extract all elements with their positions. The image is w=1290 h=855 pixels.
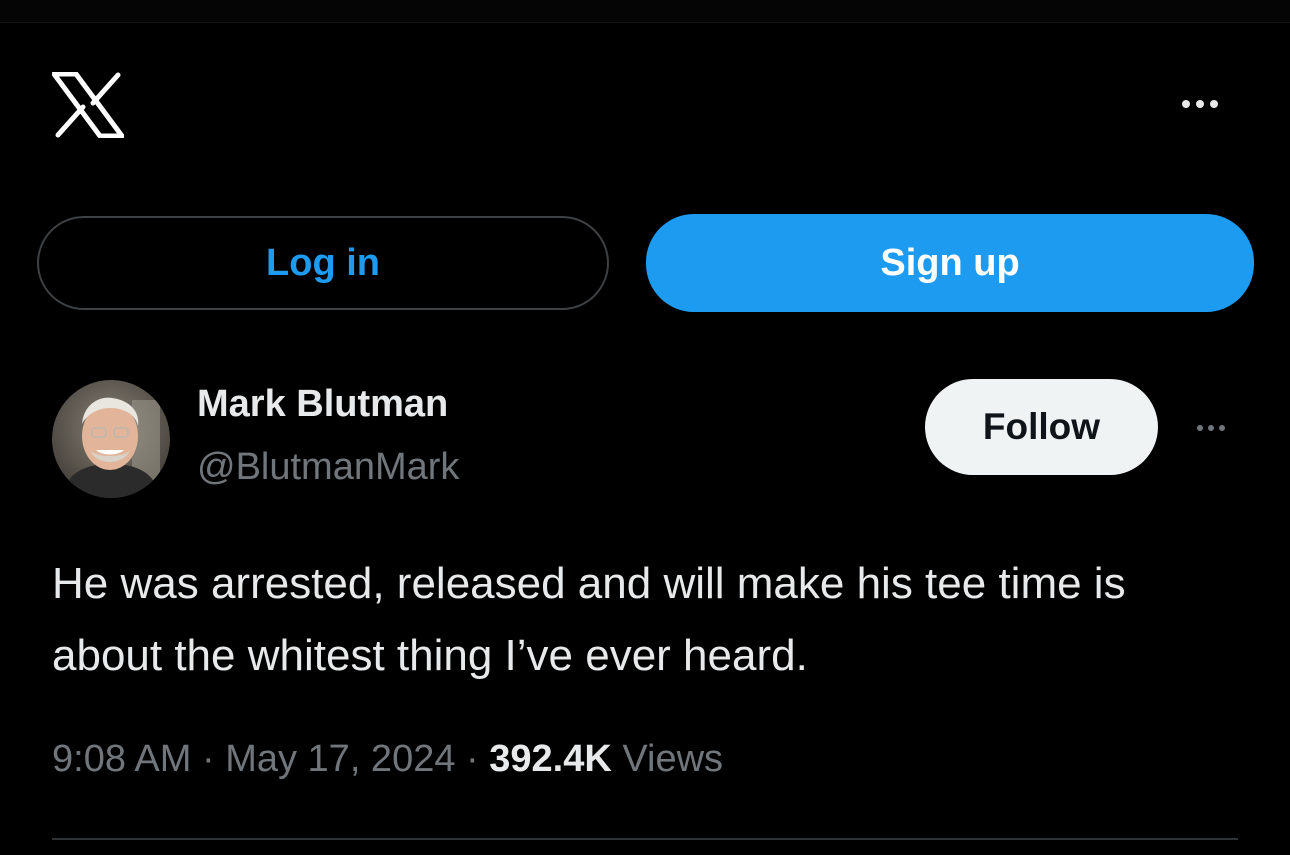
divider [52,838,1238,840]
tweet-text: He was arrested, released and will make … [52,559,1126,680]
meta-separator: · [466,738,479,780]
tweet-page: Log in Sign up Mark Blutman @BlutmanMark… [0,0,1290,855]
avatar[interactable] [52,380,170,498]
more-dot [1196,100,1204,108]
tweet-meta: 9:08 AM · May 17, 2024 · 392.4K Views [52,738,723,781]
more-horizontal-icon[interactable] [1172,92,1228,116]
log-in-button[interactable]: Log in [37,216,609,310]
x-logo-icon[interactable] [51,71,125,139]
sign-up-button[interactable]: Sign up [646,214,1254,312]
views-label: Views [622,738,724,780]
tweet-time[interactable]: 9:08 AM [52,738,191,780]
more-dot [1210,100,1218,108]
meta-separator: · [201,738,215,780]
top-status-strip [0,0,1290,23]
more-dot [1219,425,1225,431]
views-count: 392.4K [489,738,612,780]
author-name[interactable]: Mark Blutman [197,383,448,426]
follow-button[interactable]: Follow [925,379,1158,475]
more-dot [1208,425,1214,431]
tweet-more-icon[interactable] [1186,418,1236,438]
author-handle[interactable]: @BlutmanMark [197,446,459,489]
more-dot [1197,425,1203,431]
more-dot [1182,100,1190,108]
tweet-date[interactable]: May 17, 2024 [225,738,455,780]
